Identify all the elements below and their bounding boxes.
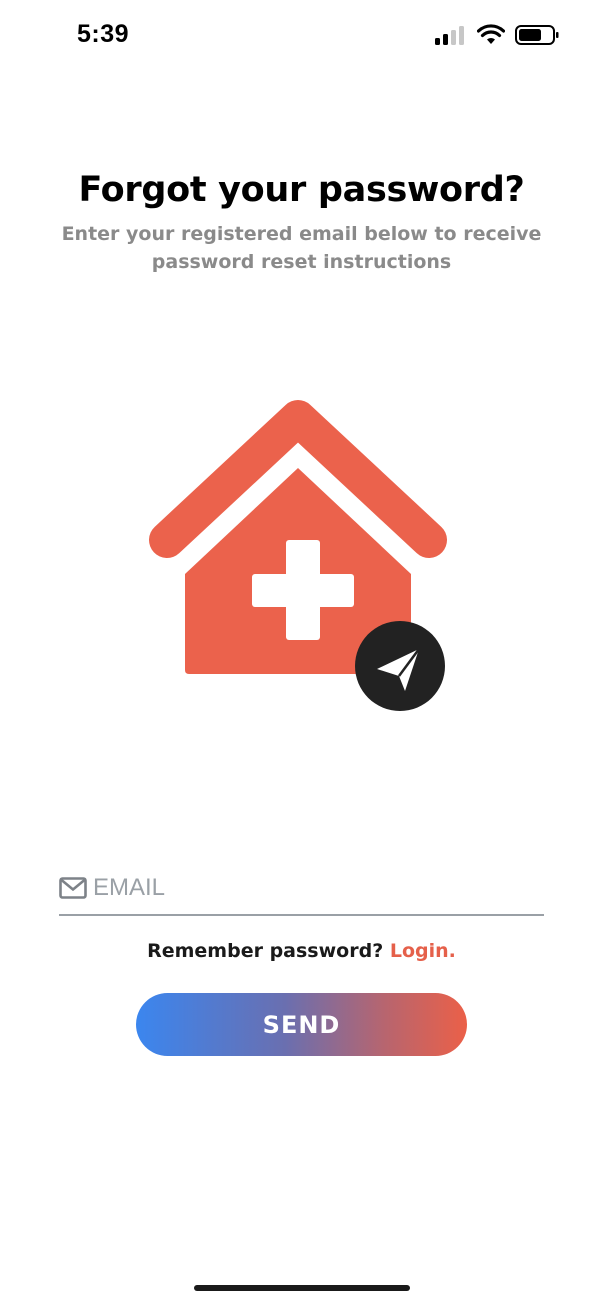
illustration [145,400,455,720]
status-bar: 5:39 [0,0,603,72]
home-indicator [194,1285,410,1291]
battery-icon [515,25,559,45]
signal-icon [435,26,464,45]
mail-icon [59,877,87,899]
remember-text: Remember password? [147,940,390,962]
page-subtitle: Enter your registered email below to rec… [61,223,542,273]
status-time: 5:39 [77,20,130,48]
remember-row: Remember password? Login. [0,940,603,962]
paper-plane-icon [355,621,445,711]
send-button[interactable]: SEND [136,993,467,1056]
page-title: Forgot your password? [78,170,525,210]
wifi-icon [477,24,505,44]
status-icons [435,24,559,46]
email-input[interactable] [93,868,544,908]
email-field[interactable] [59,862,544,916]
login-link[interactable]: Login. [390,940,456,962]
